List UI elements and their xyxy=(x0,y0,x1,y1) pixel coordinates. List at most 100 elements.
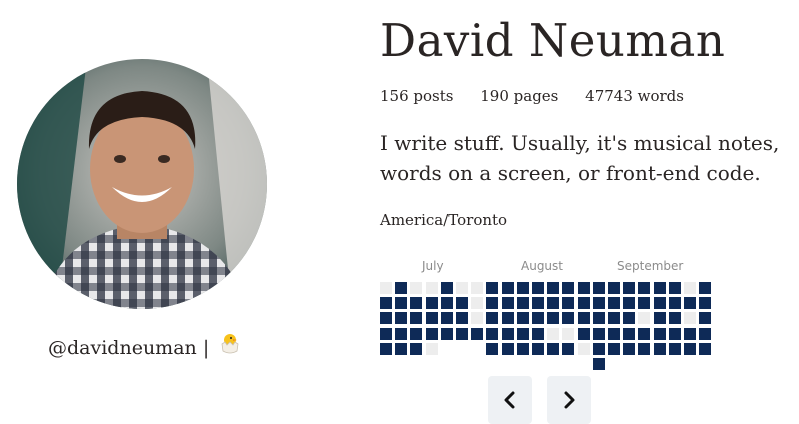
calendar-day xyxy=(669,297,681,309)
calendar-day xyxy=(684,328,696,340)
calendar-day xyxy=(623,343,635,355)
calendar-day xyxy=(638,282,650,294)
calendar-day xyxy=(654,297,666,309)
calendar-day xyxy=(608,343,620,355)
next-button[interactable] xyxy=(547,376,591,424)
calendar-day xyxy=(517,343,529,355)
calendar-day xyxy=(669,328,681,340)
calendar-day xyxy=(608,312,620,324)
calendar-day xyxy=(578,282,590,294)
calendar-day xyxy=(471,328,483,340)
calendar-day xyxy=(638,312,650,324)
handle-line: @davidneuman | xyxy=(48,332,241,359)
calendar-day xyxy=(471,297,483,309)
hatching-chick-icon xyxy=(219,332,241,359)
avatar xyxy=(17,59,267,309)
calendar-day xyxy=(410,312,422,324)
calendar-day xyxy=(699,297,711,309)
calendar-day xyxy=(456,282,468,294)
calendar-day xyxy=(441,328,453,340)
calendar-day xyxy=(395,328,407,340)
calendar-day xyxy=(669,343,681,355)
calendar-day xyxy=(395,312,407,324)
calendar-day xyxy=(654,343,666,355)
calendar-day xyxy=(486,297,498,309)
calendar-day xyxy=(593,297,605,309)
month-label-september: September xyxy=(617,259,684,273)
calendar-day xyxy=(410,297,422,309)
calendar-day xyxy=(547,282,559,294)
calendar-day xyxy=(547,328,559,340)
month-label-august: August xyxy=(521,259,563,273)
calendar-day xyxy=(426,343,438,355)
calendar-day xyxy=(684,282,696,294)
calendar-day xyxy=(623,297,635,309)
calendar-day xyxy=(562,328,574,340)
calendar-day xyxy=(699,312,711,324)
calendar-day xyxy=(410,282,422,294)
calendar-day xyxy=(669,312,681,324)
calendar-day xyxy=(654,328,666,340)
month-label-july: July xyxy=(422,259,444,273)
calendar-day xyxy=(471,282,483,294)
calendar-day xyxy=(532,282,544,294)
calendar-day xyxy=(593,358,605,370)
calendar-day xyxy=(471,312,483,324)
bio: I write stuff. Usually, it's musical not… xyxy=(380,131,780,185)
calendar-day xyxy=(380,297,392,309)
calendar-day xyxy=(562,312,574,324)
calendar-day xyxy=(562,343,574,355)
calendar-day xyxy=(380,343,392,355)
calendar-day xyxy=(502,343,514,355)
calendar-day xyxy=(699,282,711,294)
calendar-day xyxy=(699,328,711,340)
calendar-day xyxy=(623,328,635,340)
calendar-day xyxy=(517,282,529,294)
chevron-right-icon xyxy=(564,391,575,409)
calendar-day xyxy=(593,328,605,340)
calendar-day xyxy=(456,312,468,324)
calendar-day xyxy=(502,328,514,340)
calendar-day xyxy=(593,343,605,355)
calendar-day xyxy=(441,297,453,309)
calendar-day xyxy=(547,297,559,309)
username: @davidneuman xyxy=(48,337,197,359)
calendar-day xyxy=(623,312,635,324)
calendar-day xyxy=(608,282,620,294)
calendar-day xyxy=(486,328,498,340)
calendar-day xyxy=(654,282,666,294)
calendar-day xyxy=(456,328,468,340)
calendar-day xyxy=(486,343,498,355)
calendar-day xyxy=(486,282,498,294)
calendar-day xyxy=(669,282,681,294)
calendar-day xyxy=(410,328,422,340)
calendar-day xyxy=(486,312,498,324)
calendar-day xyxy=(638,328,650,340)
calendar-day xyxy=(532,297,544,309)
calendar-day xyxy=(426,282,438,294)
calendar-day xyxy=(654,312,666,324)
calendar-day xyxy=(593,312,605,324)
calendar-day xyxy=(578,297,590,309)
calendar-day xyxy=(532,328,544,340)
calendar-day xyxy=(578,343,590,355)
pages-count: 190 pages xyxy=(480,87,559,105)
calendar-day xyxy=(547,312,559,324)
calendar-day xyxy=(502,312,514,324)
calendar-day xyxy=(426,297,438,309)
chevron-left-icon xyxy=(504,391,515,409)
calendar-day xyxy=(578,312,590,324)
calendar-day xyxy=(441,312,453,324)
calendar-day xyxy=(456,297,468,309)
calendar-day xyxy=(395,282,407,294)
calendar-day xyxy=(608,297,620,309)
calendar-day xyxy=(395,343,407,355)
calendar-day xyxy=(623,282,635,294)
calendar-day xyxy=(562,297,574,309)
calendar-day xyxy=(684,343,696,355)
calendar-day xyxy=(593,282,605,294)
prev-button[interactable] xyxy=(488,376,532,424)
separator: | xyxy=(202,337,210,359)
calendar-day xyxy=(517,312,529,324)
calendar-day xyxy=(380,328,392,340)
